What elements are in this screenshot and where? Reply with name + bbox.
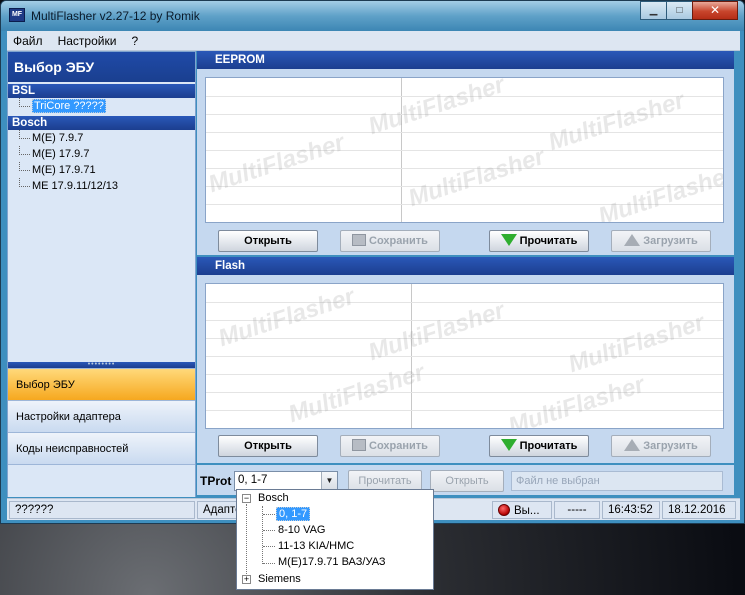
- watermark-text: MultiFlasher: [285, 358, 428, 429]
- nav-ecu-select[interactable]: Выбор ЭБУ: [8, 368, 195, 400]
- ecu-selection-panel: Выбор ЭБУ BSL TriCore ????? Bosch M(E) 7…: [7, 51, 196, 497]
- flash-load-button[interactable]: Загрузить: [611, 435, 711, 457]
- watermark-text: MultiFlasher: [205, 128, 348, 199]
- red-status-icon: [498, 504, 510, 516]
- watermark-text: MultiFlasher: [405, 142, 548, 213]
- ecu-tree: BSL TriCore ????? Bosch M(E) 7.9.7 M(E) …: [8, 82, 195, 362]
- eeprom-load-button[interactable]: Загрузить: [611, 230, 711, 252]
- dropdown-item-me17971-vaz[interactable]: M(E)17.9.71 ВАЗ/УАЗ: [278, 555, 386, 570]
- arrow-down-icon: [500, 439, 517, 451]
- maximize-button[interactable]: □: [666, 1, 693, 20]
- menu-bar: Файл Настройки ?: [7, 31, 740, 51]
- dropdown-group-siemens[interactable]: Siemens: [258, 572, 301, 587]
- status-indicator: Вы...: [492, 501, 552, 519]
- ecu-panel-title: Выбор ЭБУ: [8, 52, 195, 82]
- tree-item-me797[interactable]: M(E) 7.9.7: [8, 130, 195, 146]
- watermark-text: MultiFlasher: [215, 283, 358, 353]
- flash-load-label: Загрузить: [643, 440, 698, 452]
- flash-save-label: Сохранить: [369, 440, 428, 452]
- dropdown-group-bosch[interactable]: Bosch: [258, 491, 289, 506]
- flash-hex-view[interactable]: MultiFlasher MultiFlasher MultiFlasher M…: [205, 283, 724, 429]
- watermark-text: MultiFlasher: [505, 370, 648, 429]
- disk-icon: [352, 439, 367, 451]
- tprot-select-value: 0, 1-7: [238, 474, 268, 486]
- status-dashes: -----: [554, 501, 600, 519]
- arrow-up-icon: [624, 439, 641, 451]
- nav-adapter-settings[interactable]: Настройки адаптера: [8, 400, 195, 432]
- minimize-button[interactable]: ▁: [640, 1, 667, 20]
- status-left: ??????: [9, 501, 195, 519]
- menu-settings[interactable]: Настройки: [52, 31, 123, 48]
- tprot-select[interactable]: 0, 1-7 ▼: [234, 471, 338, 491]
- dropdown-item-11-13-kia[interactable]: 11-13 KIA/HMC: [278, 539, 354, 554]
- dropdown-item-0-1-7[interactable]: 0, 1-7: [276, 507, 311, 522]
- flash-read-button[interactable]: Прочитать: [489, 435, 589, 457]
- tree-item-label: ME 17.9.11/12/13: [32, 180, 119, 192]
- nav-error-codes[interactable]: Коды неисправностей: [8, 432, 195, 464]
- dropdown-item-8-10-vag[interactable]: 8-10 VAG: [278, 523, 326, 538]
- eeprom-save-button[interactable]: Сохранить: [340, 230, 440, 252]
- dropdown-item-label: 0, 1-7: [276, 507, 311, 521]
- watermark-text: MultiFlasher: [545, 86, 688, 157]
- tprot-label: TProt: [200, 474, 232, 488]
- main-window: MF MultiFlasher v2.27-12 by Romik ▁ □ ✕ …: [0, 0, 745, 524]
- status-date: 18.12.2016: [662, 501, 736, 519]
- eeprom-header: EEPROM: [197, 51, 734, 69]
- collapse-icon[interactable]: −: [242, 494, 251, 503]
- status-time: 16:43:52: [602, 501, 660, 519]
- chevron-down-icon[interactable]: ▼: [321, 472, 337, 490]
- tree-item-label: TriCore ?????: [32, 99, 106, 113]
- expand-icon[interactable]: +: [242, 575, 251, 584]
- tree-item-me1797[interactable]: M(E) 17.9.7: [8, 146, 195, 162]
- tree-group-bosch[interactable]: Bosch: [8, 116, 195, 130]
- app-icon: MF: [9, 8, 25, 22]
- tree-item-label: M(E) 17.9.71: [32, 164, 96, 176]
- flash-header: Flash: [197, 257, 734, 275]
- tree-item-label: M(E) 17.9.7: [32, 148, 90, 160]
- menu-file[interactable]: Файл: [7, 31, 49, 48]
- tree-item-me17911[interactable]: ME 17.9.11/12/13: [8, 178, 195, 194]
- title-bar[interactable]: MF MultiFlasher v2.27-12 by Romik ▁ □ ✕: [1, 1, 744, 31]
- eeprom-save-label: Сохранить: [369, 235, 428, 247]
- arrow-down-icon: [500, 234, 517, 246]
- eeprom-open-button[interactable]: Открыть: [218, 230, 318, 252]
- flash-save-button[interactable]: Сохранить: [340, 435, 440, 457]
- watermark-text: MultiFlasher: [595, 160, 724, 223]
- eeprom-load-label: Загрузить: [643, 235, 698, 247]
- eeprom-read-label: Прочитать: [519, 235, 578, 247]
- tree-item-tricore[interactable]: TriCore ?????: [8, 98, 195, 114]
- flash-read-label: Прочитать: [519, 440, 578, 452]
- disk-icon: [352, 234, 367, 246]
- tprot-open-button[interactable]: Открыть: [430, 470, 504, 492]
- eeprom-read-button[interactable]: Прочитать: [489, 230, 589, 252]
- tree-group-bsl[interactable]: BSL: [8, 84, 195, 98]
- eeprom-hex-view[interactable]: MultiFlasher MultiFlasher MultiFlasher M…: [205, 77, 724, 223]
- status-indicator-label: Вы...: [514, 505, 540, 517]
- tree-item-me17971[interactable]: M(E) 17.9.71: [8, 162, 195, 178]
- tree-item-label: M(E) 7.9.7: [32, 132, 84, 144]
- left-panel-footer: [8, 464, 195, 497]
- status-adapter: Адапте: [197, 501, 237, 519]
- tprot-dropdown-list: − Bosch 0, 1-7 8-10 VAG 11-13 KIA/HMC M(…: [236, 489, 434, 590]
- close-button[interactable]: ✕: [692, 1, 738, 20]
- arrow-up-icon: [624, 234, 641, 246]
- window-title: MultiFlasher v2.27-12 by Romik: [31, 9, 200, 23]
- menu-help[interactable]: ?: [125, 31, 144, 48]
- flash-open-button[interactable]: Открыть: [218, 435, 318, 457]
- file-status-field: Файл не выбран: [511, 471, 723, 491]
